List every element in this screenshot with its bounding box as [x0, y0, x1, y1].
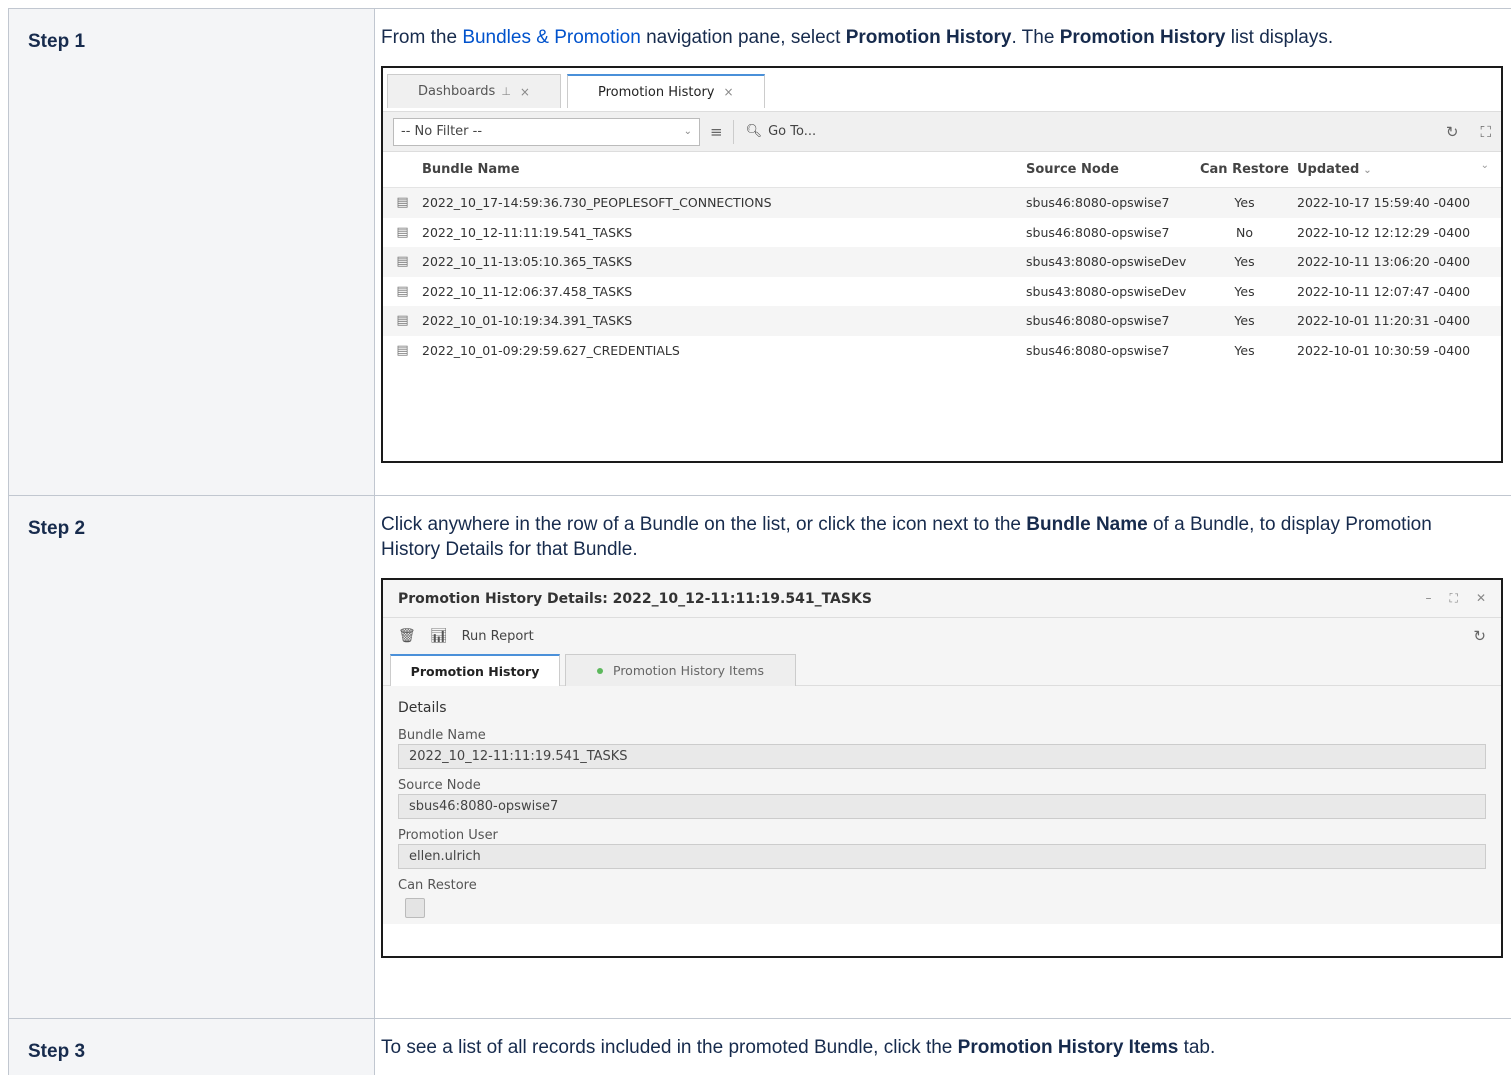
steps-table: Step 1 From the Bundles & Promotion navi…: [8, 8, 1511, 1075]
details-title: Promotion History Details: 2022_10_12-11…: [398, 590, 872, 607]
trash-icon[interactable]: 🗑︎: [398, 628, 416, 644]
run-report-button[interactable]: 📊︎ Run Report: [430, 628, 534, 644]
status-dot-icon: [597, 667, 603, 674]
close-icon[interactable]: ✕: [1476, 591, 1486, 606]
close-icon[interactable]: ×: [724, 85, 734, 99]
filter-icon[interactable]: ≡: [710, 123, 723, 141]
bundle-name-label: Bundle Name: [398, 728, 486, 743]
table-row[interactable]: ▤ 2022_10_17-14:59:36.730_PEOPLESOFT_CONN…: [383, 188, 1501, 218]
search-icon: 🔍︎: [745, 124, 763, 139]
tab-promotion-history-items[interactable]: Promotion History Items: [565, 654, 796, 686]
promotion-user-label: Promotion User: [398, 828, 498, 843]
step-1-content: From the Bundles & Promotion navigation …: [374, 8, 1511, 496]
column-menu-icon[interactable]: ⌄: [1481, 160, 1489, 171]
details-icon[interactable]: ▤: [383, 225, 422, 240]
details-toolbar: 🗑︎ 📊︎ Run Report ↻: [383, 618, 1501, 654]
step-3-content: To see a list of all records included in…: [374, 1018, 1511, 1075]
promotion-user-field[interactable]: ellen.ulrich: [398, 844, 1486, 869]
bundles-promotion-link[interactable]: Bundles & Promotion: [462, 27, 641, 48]
can-restore-label: Can Restore: [398, 878, 477, 893]
table-row[interactable]: ▤ 2022_10_01-09:29:59.627_CREDENTIALS sbus…: [383, 336, 1501, 366]
toolbar-divider: [732, 119, 734, 144]
tab-promotion-history[interactable]: Promotion History: [390, 654, 560, 686]
sort-desc-icon: ⌄: [1363, 165, 1372, 176]
details-icon[interactable]: ▤: [383, 313, 422, 328]
source-node-field[interactable]: sbus46:8080-opswise7: [398, 794, 1486, 819]
promotion-history-details-screenshot: Promotion History Details: 2022_10_12-11…: [381, 578, 1503, 958]
maximize-icon[interactable]: ⛶: [1450, 591, 1458, 606]
refresh-icon[interactable]: ↻: [1446, 123, 1459, 141]
details-icon[interactable]: ▤: [383, 254, 422, 269]
section-title: Details: [398, 700, 447, 716]
table-row[interactable]: ▤ 2022_10_11-13:05:10.365_TASKS sbus43:808…: [383, 247, 1501, 277]
details-title-bar: Promotion History Details: 2022_10_12-11…: [383, 580, 1501, 618]
refresh-icon[interactable]: ↻: [1473, 627, 1486, 645]
source-node-label: Source Node: [398, 778, 481, 793]
step-3-text: To see a list of all records included in…: [381, 1037, 1216, 1058]
table-row[interactable]: ▤ 2022_10_11-12:06:37.458_TASKS sbus43:808…: [383, 277, 1501, 307]
list-toolbar: -- No Filter -- ⌄ ≡ 🔍︎ Go To... ↻ ⛶: [383, 112, 1501, 152]
promotion-history-list-screenshot: Dashboards ⊥ × Promotion History × -- No…: [381, 66, 1503, 463]
tab-dashboards[interactable]: Dashboards ⊥ ×: [387, 74, 561, 108]
step-3-label: Step 3: [8, 1018, 375, 1075]
grid-header: Bundle Name Source Node Can Restore Upda…: [383, 152, 1501, 188]
details-form: Details Bundle Name 2022_10_12-11:11:19.…: [383, 686, 1501, 924]
bundle-name-field[interactable]: 2022_10_12-11:11:19.541_TASKS: [398, 744, 1486, 769]
close-icon[interactable]: ×: [520, 85, 530, 99]
col-source-node[interactable]: Source Node: [1026, 162, 1192, 177]
table-row[interactable]: ▤ 2022_10_12-11:11:19.541_TASKS sbus46:808…: [383, 218, 1501, 248]
grid-body: ▤ 2022_10_17-14:59:36.730_PEOPLESOFT_CONN…: [383, 188, 1501, 365]
chevron-down-icon: ⌄: [683, 126, 692, 137]
col-bundle-name[interactable]: Bundle Name: [422, 162, 1026, 177]
details-tabs: Promotion History Promotion History Item…: [383, 654, 1501, 686]
can-restore-checkbox[interactable]: [405, 898, 425, 918]
report-icon: 📊︎: [429, 628, 448, 644]
step-1-text: From the Bundles & Promotion navigation …: [381, 27, 1334, 48]
table-row[interactable]: ▤ 2022_10_01-10:19:34.391_TASKS sbus46:808…: [383, 306, 1501, 336]
minimize-icon[interactable]: –: [1426, 591, 1432, 606]
maximize-icon[interactable]: ⛶: [1480, 123, 1491, 141]
filter-select[interactable]: -- No Filter -- ⌄: [393, 117, 700, 146]
details-icon[interactable]: ▤: [383, 343, 422, 358]
details-icon[interactable]: ▤: [383, 284, 422, 299]
col-updated[interactable]: Updated ⌄: [1297, 162, 1487, 177]
step-2-text: Click anywhere in the row of a Bundle on…: [381, 514, 1432, 560]
col-can-restore[interactable]: Can Restore: [1192, 162, 1297, 177]
step-2-content: Click anywhere in the row of a Bundle on…: [374, 495, 1511, 1019]
step-1-label: Step 1: [8, 8, 375, 496]
pin-icon[interactable]: ⊥: [501, 85, 511, 98]
tab-promotion-history[interactable]: Promotion History ×: [566, 74, 765, 108]
tab-bar: Dashboards ⊥ × Promotion History ×: [383, 68, 1501, 112]
details-icon[interactable]: ▤: [383, 195, 422, 210]
step-2-label: Step 2: [8, 495, 375, 1019]
goto-button[interactable]: 🔍︎ Go To...: [746, 124, 817, 139]
